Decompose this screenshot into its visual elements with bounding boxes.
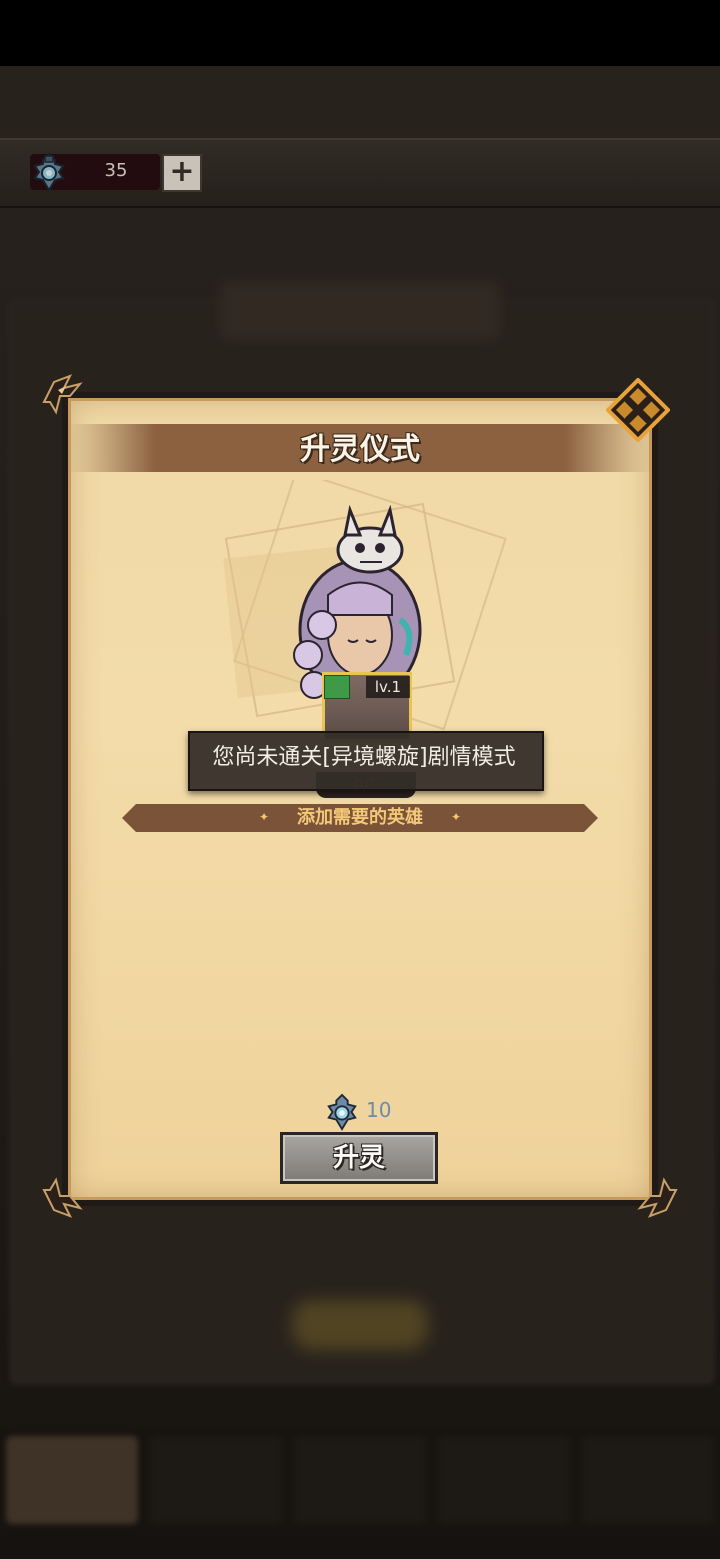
status-bar <box>0 0 720 66</box>
toast-message-text: 您尚未通关[异境螺旋]剧情模式 <box>212 745 516 770</box>
spirit-crystal-icon <box>327 1093 357 1131</box>
sparkle-icon: ✦ <box>450 810 462 824</box>
ascend-button-label[interactable]: 升灵 <box>280 1134 438 1182</box>
close-button[interactable] <box>606 378 670 442</box>
corner-ornament <box>42 374 83 415</box>
dialog-title: 升灵仪式 <box>300 432 420 467</box>
corner-ornament <box>637 1177 678 1218</box>
cost-value: 10 <box>366 1098 392 1122</box>
hero-class-icon <box>324 675 350 699</box>
add-hero-label: 添加需要的英雄 <box>297 807 423 828</box>
game-screen: 35 + 升灵仪式 lv.1 ✦ 添加需要的英雄 ✦ 您尚未通关[异境螺旋]剧情… <box>0 0 720 1559</box>
corner-ornament <box>42 1177 83 1218</box>
hero-level: lv.1 <box>366 676 410 698</box>
